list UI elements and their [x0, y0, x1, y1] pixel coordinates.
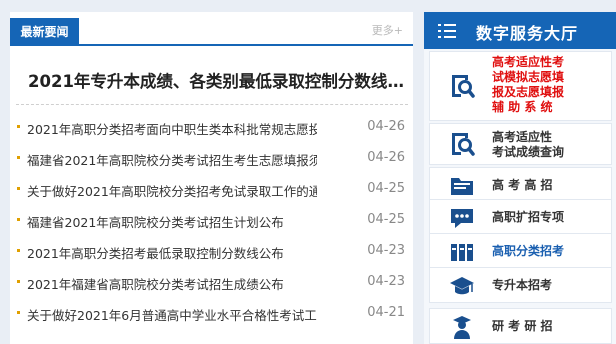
- news-date: 04-26: [367, 119, 405, 134]
- news-date: 04-23: [367, 243, 405, 258]
- graduation-cap-icon: [450, 277, 474, 295]
- bullet-icon: [17, 249, 20, 252]
- bullet-icon: [17, 311, 20, 314]
- news-date: 04-23: [367, 274, 405, 289]
- news-item[interactable]: 福建省2021年高职院校分类考试招生计划公布 04-25: [10, 205, 413, 236]
- news-title[interactable]: 2021年福建省高职院校分类考试招生成绩公布: [27, 274, 317, 293]
- news-title[interactable]: 2021年高职分类招考最低录取控制分数线公布: [27, 243, 317, 262]
- news-title[interactable]: 2021年高职分类招考面向中职生类本科批常规志愿投档线公布: [27, 119, 317, 138]
- news-item[interactable]: 2021年福建省高职院校分类考试招生成绩公布 04-23: [10, 267, 413, 298]
- service-item-upgrade-bachelor[interactable]: 专升本招考: [429, 267, 612, 303]
- news-item[interactable]: 福建省2021年高职院校分类考试招生考生志愿填报须知 04-26: [10, 143, 413, 174]
- news-date: 04-25: [367, 212, 405, 227]
- news-item[interactable]: 关于做好2021年高职院校分类招考免试录取工作的通知 04-25: [10, 174, 413, 205]
- bullet-icon: [17, 125, 20, 128]
- graduate-icon: [453, 316, 471, 339]
- service-item-vocational-expansion[interactable]: 高职扩招专项: [429, 199, 612, 235]
- news-title[interactable]: 关于做好2021年6月普通高中学业水平合格性考试工作的通知: [27, 305, 317, 324]
- news-tabbar: 最新要闻 更多+: [10, 12, 413, 46]
- bullet-icon: [17, 218, 20, 221]
- search-doc-icon: [452, 75, 475, 98]
- news-title[interactable]: 福建省2021年高职院校分类考试招生考生志愿填报须知: [27, 150, 317, 169]
- news-panel: 最新要闻 更多+ 2021年专升本成绩、各类别最低录取控制分数线公布 2021年…: [10, 12, 413, 344]
- service-label: 高考适应性 考试成绩查询: [492, 130, 565, 159]
- service-label: 高职分类招考: [492, 244, 565, 258]
- service-label: 研 考 研 招: [492, 319, 553, 333]
- news-title[interactable]: 福建省2021年高职院校分类考试招生计划公布: [27, 212, 317, 231]
- services-title: 数字服务大厅: [476, 24, 579, 43]
- services-header: 数字服务大厅: [424, 12, 616, 49]
- headline-link[interactable]: 2021年专升本成绩、各类别最低录取控制分数线公布: [28, 68, 408, 92]
- news-date: 04-26: [367, 150, 405, 165]
- books-icon: [451, 244, 473, 261]
- services-panel: 数字服务大厅 高考适应性考 试模拟志愿填 报及志愿填报 辅 助 系 统 高考适应…: [424, 12, 616, 344]
- service-label: 高考适应性考 试模拟志愿填 报及志愿填报 辅 助 系 统: [492, 55, 565, 114]
- search-doc-icon: [452, 133, 475, 156]
- news-date: 04-21: [367, 305, 405, 320]
- chat-icon: [451, 209, 473, 228]
- bullet-icon: [17, 156, 20, 159]
- news-date: 04-25: [367, 181, 405, 196]
- service-item-gaokao[interactable]: 高 考 高 招: [429, 167, 612, 203]
- folder-icon: [451, 178, 473, 195]
- service-label: 高 考 高 招: [492, 178, 553, 192]
- service-label: 高职扩招专项: [492, 210, 565, 224]
- bullet-icon: [17, 187, 20, 190]
- news-list: 2021年高职分类招考面向中职生类本科批常规志愿投档线公布 04-26 福建省2…: [10, 112, 413, 329]
- news-item[interactable]: 关于做好2021年6月普通高中学业水平合格性考试工作的通知 04-21: [10, 298, 413, 329]
- service-label: 专升本招考: [492, 278, 553, 292]
- news-item[interactable]: 2021年高职分类招考最低录取控制分数线公布 04-23: [10, 236, 413, 267]
- service-item-postgraduate[interactable]: 研 考 研 招: [429, 308, 612, 344]
- news-item[interactable]: 2021年高职分类招考面向中职生类本科批常规志愿投档线公布 04-26: [10, 112, 413, 143]
- bullet-icon: [17, 280, 20, 283]
- tab-latest-news[interactable]: 最新要闻: [10, 18, 79, 46]
- service-item-vocational-classified[interactable]: 高职分类招考: [429, 233, 612, 269]
- more-link[interactable]: 更多+: [372, 22, 403, 38]
- news-title[interactable]: 关于做好2021年高职院校分类招考免试录取工作的通知: [27, 181, 317, 200]
- service-item-score-query[interactable]: 高考适应性 考试成绩查询: [429, 123, 612, 165]
- divider: [16, 104, 408, 105]
- menu-list-icon: [438, 24, 456, 38]
- service-item-volunteer-system[interactable]: 高考适应性考 试模拟志愿填 报及志愿填报 辅 助 系 统: [429, 51, 612, 121]
